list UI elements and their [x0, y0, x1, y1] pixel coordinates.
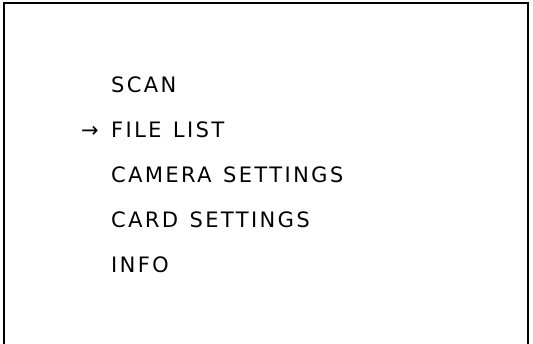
menu-item-info[interactable]: INFO	[111, 250, 171, 280]
selection-arrow-icon: →	[81, 118, 99, 142]
main-menu: → SCAN FILE LIST CAMERA SETTINGS CARD SE…	[5, 4, 527, 344]
menu-item-scan[interactable]: SCAN	[111, 70, 179, 100]
menu-item-card-settings[interactable]: CARD SETTINGS	[111, 205, 312, 235]
menu-item-camera-settings[interactable]: CAMERA SETTINGS	[111, 160, 346, 190]
device-screen: → SCAN FILE LIST CAMERA SETTINGS CARD SE…	[3, 2, 529, 344]
menu-item-file-list[interactable]: FILE LIST	[111, 115, 227, 145]
